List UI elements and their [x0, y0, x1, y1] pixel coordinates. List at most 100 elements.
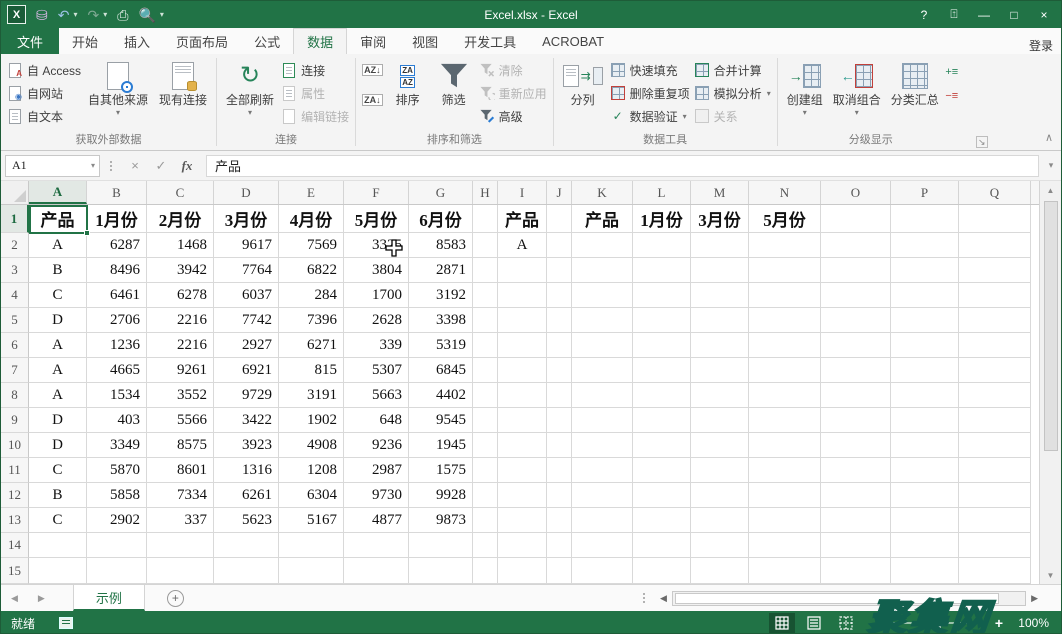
cell-P6[interactable]: [891, 333, 959, 358]
cell-P10[interactable]: [891, 433, 959, 458]
cell-F3[interactable]: 3804: [344, 258, 409, 283]
cell-K6[interactable]: [572, 333, 633, 358]
cell-E13[interactable]: 5167: [279, 508, 344, 533]
tab-developer[interactable]: 开发工具: [451, 28, 529, 54]
cell-Q15[interactable]: [959, 558, 1031, 584]
cell-E15[interactable]: [279, 558, 344, 584]
cell-Q6[interactable]: [959, 333, 1031, 358]
undo-icon[interactable]: ↶: [58, 8, 70, 22]
cell-D15[interactable]: [214, 558, 279, 584]
column-header-I[interactable]: I: [498, 181, 547, 204]
cell-P5[interactable]: [891, 308, 959, 333]
cell-M15[interactable]: [691, 558, 749, 584]
cell-P9[interactable]: [891, 408, 959, 433]
scroll-right-icon[interactable]: ▶: [1026, 593, 1043, 604]
show-detail-icon[interactable]: +≡: [944, 64, 960, 80]
cell-J9[interactable]: [547, 408, 572, 433]
cell-O10[interactable]: [821, 433, 891, 458]
tab-home[interactable]: 开始: [59, 28, 111, 54]
cell-P14[interactable]: [891, 533, 959, 558]
cell-P2[interactable]: [891, 233, 959, 258]
column-header-J[interactable]: J: [547, 181, 572, 204]
cell-H1[interactable]: [473, 205, 498, 233]
subtotal-button[interactable]: 分类汇总: [886, 56, 944, 108]
horizontal-scrollbar[interactable]: ◀ ▶: [655, 591, 1043, 606]
tab-acrobat[interactable]: ACROBAT: [529, 28, 617, 54]
cell-C3[interactable]: 3942: [147, 258, 214, 283]
cell-I15[interactable]: [498, 558, 547, 584]
name-box[interactable]: A1 ▾: [5, 155, 100, 177]
cell-N13[interactable]: [749, 508, 821, 533]
cell-F6[interactable]: 339: [344, 333, 409, 358]
cell-H7[interactable]: [473, 358, 498, 383]
cell-J1[interactable]: [547, 205, 572, 233]
row-header-2[interactable]: 2: [1, 233, 29, 258]
row-header-11[interactable]: 11: [1, 458, 29, 483]
column-header-F[interactable]: F: [344, 181, 409, 204]
row-header-13[interactable]: 13: [1, 508, 29, 533]
cell-B15[interactable]: [87, 558, 147, 584]
cell-F10[interactable]: 9236: [344, 433, 409, 458]
insert-function-button[interactable]: fx: [174, 155, 200, 177]
cell-A8[interactable]: A: [29, 383, 87, 408]
cell-G15[interactable]: [409, 558, 473, 584]
cell-C6[interactable]: 2216: [147, 333, 214, 358]
cell-H6[interactable]: [473, 333, 498, 358]
cell-M9[interactable]: [691, 408, 749, 433]
cell-H13[interactable]: [473, 508, 498, 533]
cell-L1[interactable]: 1月份: [633, 205, 691, 233]
cell-F14[interactable]: [344, 533, 409, 558]
cell-D5[interactable]: 7742: [214, 308, 279, 333]
cell-A13[interactable]: C: [29, 508, 87, 533]
cell-A7[interactable]: A: [29, 358, 87, 383]
cell-F9[interactable]: 648: [344, 408, 409, 433]
cell-K7[interactable]: [572, 358, 633, 383]
cell-O15[interactable]: [821, 558, 891, 584]
cell-C2[interactable]: 1468: [147, 233, 214, 258]
cell-D9[interactable]: 3422: [214, 408, 279, 433]
row-header-5[interactable]: 5: [1, 308, 29, 333]
hide-detail-icon[interactable]: −≡: [944, 88, 960, 104]
cell-J7[interactable]: [547, 358, 572, 383]
cell-B9[interactable]: 403: [87, 408, 147, 433]
cell-L11[interactable]: [633, 458, 691, 483]
connections-button[interactable]: 连接: [279, 60, 351, 80]
cell-O8[interactable]: [821, 383, 891, 408]
macro-record-icon[interactable]: [59, 617, 73, 629]
cell-N10[interactable]: [749, 433, 821, 458]
cell-P12[interactable]: [891, 483, 959, 508]
cell-M4[interactable]: [691, 283, 749, 308]
cell-B13[interactable]: 2902: [87, 508, 147, 533]
horizontal-scroll-thumb[interactable]: [675, 593, 999, 604]
cell-Q14[interactable]: [959, 533, 1031, 558]
column-header-D[interactable]: D: [214, 181, 279, 204]
tab-review[interactable]: 审阅: [347, 28, 399, 54]
cell-H15[interactable]: [473, 558, 498, 584]
cell-K12[interactable]: [572, 483, 633, 508]
cell-L7[interactable]: [633, 358, 691, 383]
column-header-B[interactable]: B: [87, 181, 147, 204]
cell-E8[interactable]: 3191: [279, 383, 344, 408]
tab-view[interactable]: 视图: [399, 28, 451, 54]
print-preview-icon[interactable]: 🔍: [138, 8, 155, 22]
cell-I2[interactable]: A: [498, 233, 547, 258]
cell-D4[interactable]: 6037: [214, 283, 279, 308]
column-header-H[interactable]: H: [473, 181, 498, 204]
sheet-nav-left-icon[interactable]: ◀: [1, 593, 28, 604]
formula-bar-input[interactable]: 产品: [206, 155, 1039, 177]
cell-K3[interactable]: [572, 258, 633, 283]
cell-M13[interactable]: [691, 508, 749, 533]
cell-A1[interactable]: 产品: [29, 205, 87, 233]
cell-I5[interactable]: [498, 308, 547, 333]
row-header-4[interactable]: 4: [1, 283, 29, 308]
cell-M1[interactable]: 3月份: [691, 205, 749, 233]
cell-M11[interactable]: [691, 458, 749, 483]
cell-C8[interactable]: 3552: [147, 383, 214, 408]
cell-M12[interactable]: [691, 483, 749, 508]
column-header-G[interactable]: G: [409, 181, 473, 204]
cell-C9[interactable]: 5566: [147, 408, 214, 433]
cell-H4[interactable]: [473, 283, 498, 308]
cell-E7[interactable]: 815: [279, 358, 344, 383]
cell-B11[interactable]: 5870: [87, 458, 147, 483]
cell-G12[interactable]: 9928: [409, 483, 473, 508]
